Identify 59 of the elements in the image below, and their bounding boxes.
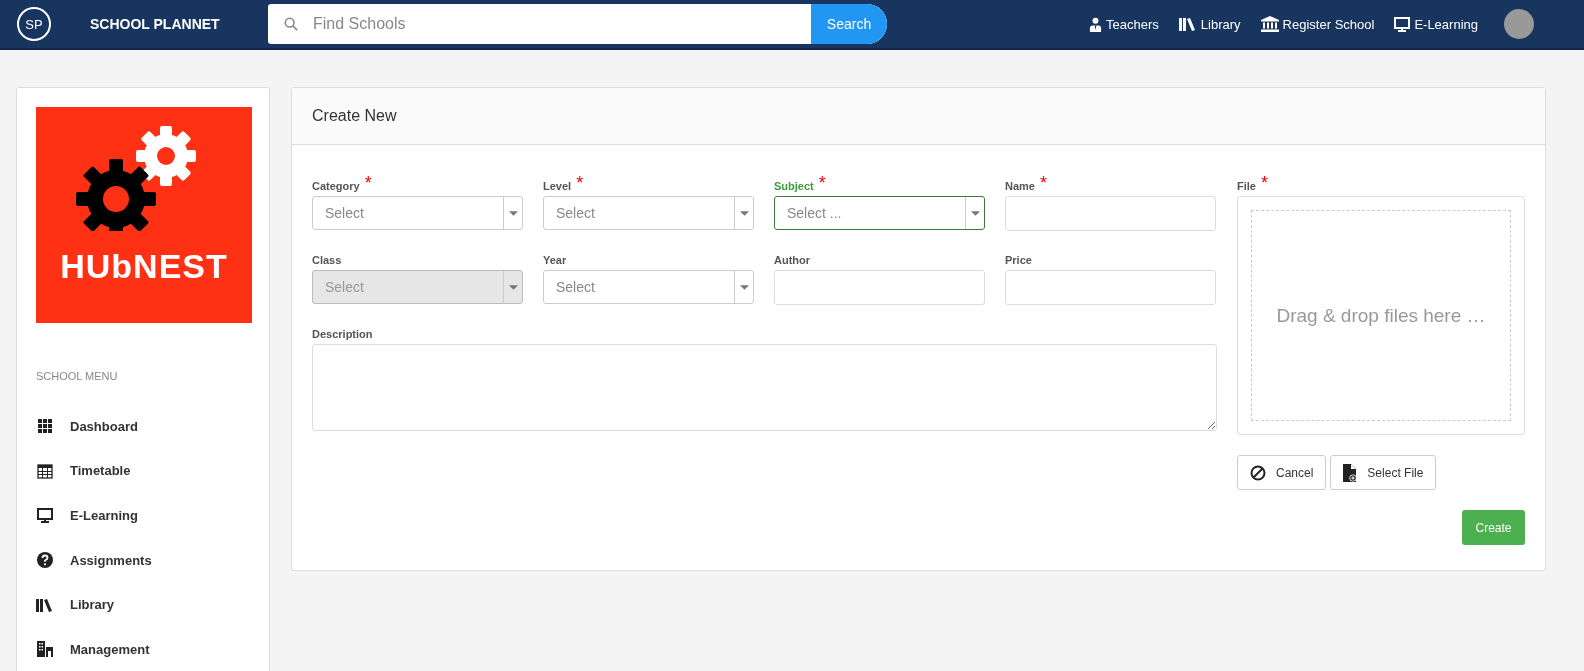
nav-link[interactable]: Library (1178, 16, 1241, 32)
books-icon (36, 597, 54, 612)
input-field[interactable] (1005, 270, 1216, 305)
required-mark: * (1039, 176, 1047, 190)
question-icon (36, 552, 54, 569)
sidebar-item[interactable]: E-Learning (36, 493, 250, 538)
select-dropdown[interactable]: Select (543, 270, 754, 304)
books-icon (1178, 17, 1197, 31)
logo-text: HUbNEST (60, 247, 228, 286)
select-file-button[interactable]: Select File (1330, 455, 1437, 490)
ban-icon (1250, 464, 1266, 481)
sidebar-item[interactable]: Assignments (36, 537, 250, 583)
required-mark: * (1260, 176, 1268, 190)
field-label: Subject (774, 180, 814, 192)
field-label: Author (774, 254, 811, 266)
field-label: Price (1005, 254, 1032, 266)
cancel-button[interactable]: Cancel (1237, 455, 1327, 490)
monitor-icon (1394, 16, 1411, 32)
required-mark: * (818, 176, 826, 190)
field-label: Description (312, 328, 373, 340)
building-icon (1260, 16, 1279, 32)
sidebar-item[interactable]: Library (36, 582, 250, 627)
file-add-icon (1343, 463, 1358, 482)
caret-icon (739, 210, 749, 216)
field-label: File (1237, 180, 1256, 192)
nav-link[interactable]: Register School (1260, 16, 1375, 32)
field-label: Level (543, 180, 572, 192)
caret-icon (508, 210, 518, 216)
field-label: Category (312, 180, 360, 192)
input-field[interactable] (774, 270, 985, 305)
select-dropdown[interactable]: Select (543, 196, 754, 230)
caret-icon (508, 284, 518, 290)
required-mark: * (576, 176, 584, 190)
select-dropdown[interactable]: Select (312, 196, 523, 230)
sidebar-item[interactable]: Timetable (36, 448, 250, 494)
monitor-icon (36, 508, 54, 523)
input-field[interactable] (1005, 196, 1216, 231)
grid-icon (36, 419, 54, 434)
person-icon (1089, 16, 1103, 32)
description-field[interactable] (312, 344, 1217, 431)
caret-icon (739, 284, 749, 290)
field-label: Year (543, 254, 567, 266)
buildings-icon (36, 641, 54, 658)
sidebar-item[interactable]: Management (36, 626, 250, 671)
card-title: Create New (312, 107, 397, 125)
logo-badge[interactable]: SP (17, 7, 51, 41)
brand-name[interactable]: SCHOOL PLANNET (90, 16, 268, 32)
select-dropdown[interactable]: Select ... (774, 196, 985, 230)
nav-link[interactable]: Teachers (1089, 16, 1159, 32)
search-icon (284, 17, 298, 31)
nav-link[interactable]: E-Learning (1394, 16, 1478, 32)
sidebar-item[interactable]: Dashboard (36, 404, 250, 449)
calendar-icon (36, 462, 54, 479)
caret-icon (970, 210, 980, 216)
field-label: Class (312, 254, 342, 266)
user-avatar[interactable] (1504, 9, 1534, 39)
field-label: Name (1005, 180, 1035, 192)
required-mark: * (364, 176, 372, 190)
menu-heading: SCHOOL MENU (36, 370, 119, 382)
